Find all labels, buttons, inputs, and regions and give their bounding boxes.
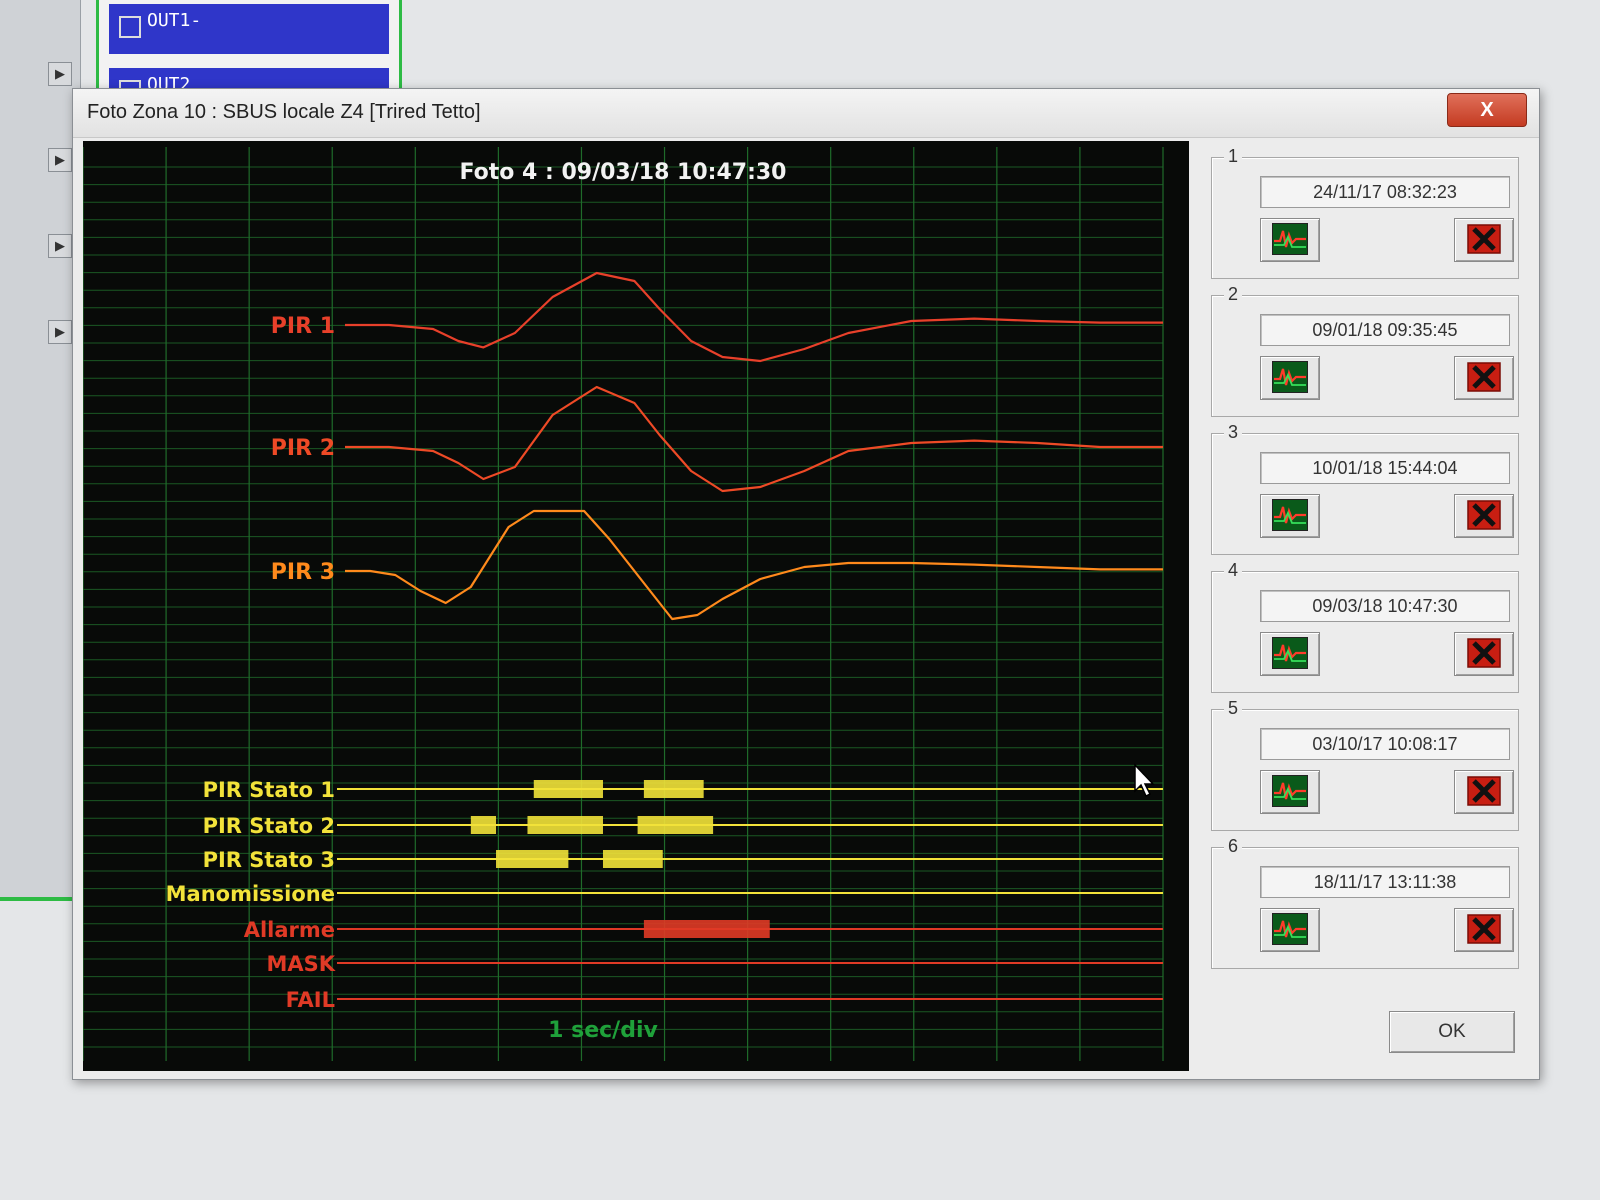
snapshot-number: 3: [1224, 422, 1243, 443]
view-snapshot-button[interactable]: [1260, 494, 1320, 538]
digital-pulse: [602, 850, 663, 868]
snapshot-date: 24/11/17 08:32:23: [1260, 176, 1510, 208]
snapshot-group: 4 09/03/18 10:47:30: [1211, 560, 1519, 693]
checkbox[interactable]: [119, 16, 141, 38]
view-snapshot-button[interactable]: [1260, 632, 1320, 676]
analog-trace: [345, 271, 1163, 363]
digital-pulse: [643, 920, 770, 938]
background-output-list: OUT1- OUT2: [96, 0, 402, 92]
snapshot-date: 10/01/18 15:44:04: [1260, 452, 1510, 484]
title-bar[interactable]: Foto Zona 10 : SBUS locale Z4 [Trired Te…: [73, 89, 1539, 138]
ok-button[interactable]: OK: [1389, 1011, 1515, 1053]
snapshot-number: 5: [1224, 698, 1243, 719]
close-button[interactable]: X: [1447, 93, 1527, 127]
output-item[interactable]: OUT1-: [109, 4, 389, 54]
mouse-cursor-icon: [1133, 763, 1157, 804]
digital-pulse: [470, 816, 497, 834]
delete-snapshot-button[interactable]: [1454, 218, 1514, 262]
digital-label: PIR Stato 1: [203, 778, 335, 802]
snapshot-header: Foto 4 : 09/03/18 10:47:30: [460, 160, 787, 185]
digital-label: Allarme: [244, 918, 335, 942]
snapshot-group: 5 03/10/17 10:08:17: [1211, 698, 1519, 831]
snapshot-group: 3 10/01/18 15:44:04: [1211, 422, 1519, 555]
snapshot-date: 18/11/17 13:11:38: [1260, 866, 1510, 898]
delete-snapshot-button[interactable]: [1454, 770, 1514, 814]
snapshot-number: 6: [1224, 836, 1243, 857]
view-snapshot-button[interactable]: [1260, 356, 1320, 400]
snapshot-number: 1: [1224, 146, 1243, 167]
analog-trace: [345, 509, 1163, 621]
play-arrow-icon[interactable]: ▶: [48, 148, 72, 172]
digital-label: MASK: [266, 952, 335, 976]
background-divider: [0, 897, 80, 901]
delete-snapshot-button[interactable]: [1454, 356, 1514, 400]
output-label: OUT1-: [147, 10, 202, 31]
delete-snapshot-button[interactable]: [1454, 494, 1514, 538]
digital-pulse: [643, 780, 704, 798]
view-snapshot-button[interactable]: [1260, 218, 1320, 262]
dialog-title: Foto Zona 10 : SBUS locale Z4 [Trired Te…: [87, 101, 481, 123]
digital-pulse: [496, 850, 569, 868]
snapshot-date: 09/03/18 10:47:30: [1260, 590, 1510, 622]
trace-label: PIR 2: [271, 436, 335, 461]
signal-chart: Foto 4 : 09/03/18 10:47:30 PIR 1 PIR 2 PIR …: [83, 147, 1164, 1061]
digital-pulse: [527, 816, 603, 834]
snapshot-date: 09/01/18 09:35:45: [1260, 314, 1510, 346]
oscilloscope-view: Foto 4 : 09/03/18 10:47:30 PIR 1 PIR 2 PIR …: [83, 141, 1189, 1071]
play-arrow-icon[interactable]: ▶: [48, 62, 72, 86]
trace-label: PIR 3: [271, 560, 335, 585]
snapshot-date: 03/10/17 10:08:17: [1260, 728, 1510, 760]
view-snapshot-button[interactable]: [1260, 770, 1320, 814]
view-snapshot-button[interactable]: [1260, 908, 1320, 952]
digital-pulse: [637, 816, 714, 834]
snapshot-group: 1 24/11/17 08:32:23: [1211, 146, 1519, 279]
timebase-label: 1 sec/div: [548, 1018, 658, 1043]
delete-snapshot-button[interactable]: [1454, 908, 1514, 952]
digital-label: FAIL: [286, 988, 335, 1012]
snapshot-group: 2 09/01/18 09:35:45: [1211, 284, 1519, 417]
digital-label: PIR Stato 3: [203, 848, 335, 872]
trace-label: PIR 1: [271, 314, 335, 339]
background-app-panel: ▶ ▶ ▶ ▶: [0, 0, 81, 900]
digital-pulse: [533, 780, 603, 798]
delete-snapshot-button[interactable]: [1454, 632, 1514, 676]
snapshot-number: 2: [1224, 284, 1243, 305]
digital-label: Manomissione: [166, 882, 335, 906]
snapshot-number: 4: [1224, 560, 1243, 581]
play-arrow-icon[interactable]: ▶: [48, 320, 72, 344]
digital-label: PIR Stato 2: [203, 814, 335, 838]
play-arrow-icon[interactable]: ▶: [48, 234, 72, 258]
snapshot-dialog: Foto Zona 10 : SBUS locale Z4 [Trired Te…: [72, 88, 1540, 1080]
snapshot-group: 6 18/11/17 13:11:38: [1211, 836, 1519, 969]
snapshot-list-panel: 1 24/11/17 08:32:23 2 09/01/18 09:35:45 3 10/…: [1197, 141, 1533, 1071]
analog-trace: [345, 385, 1163, 493]
